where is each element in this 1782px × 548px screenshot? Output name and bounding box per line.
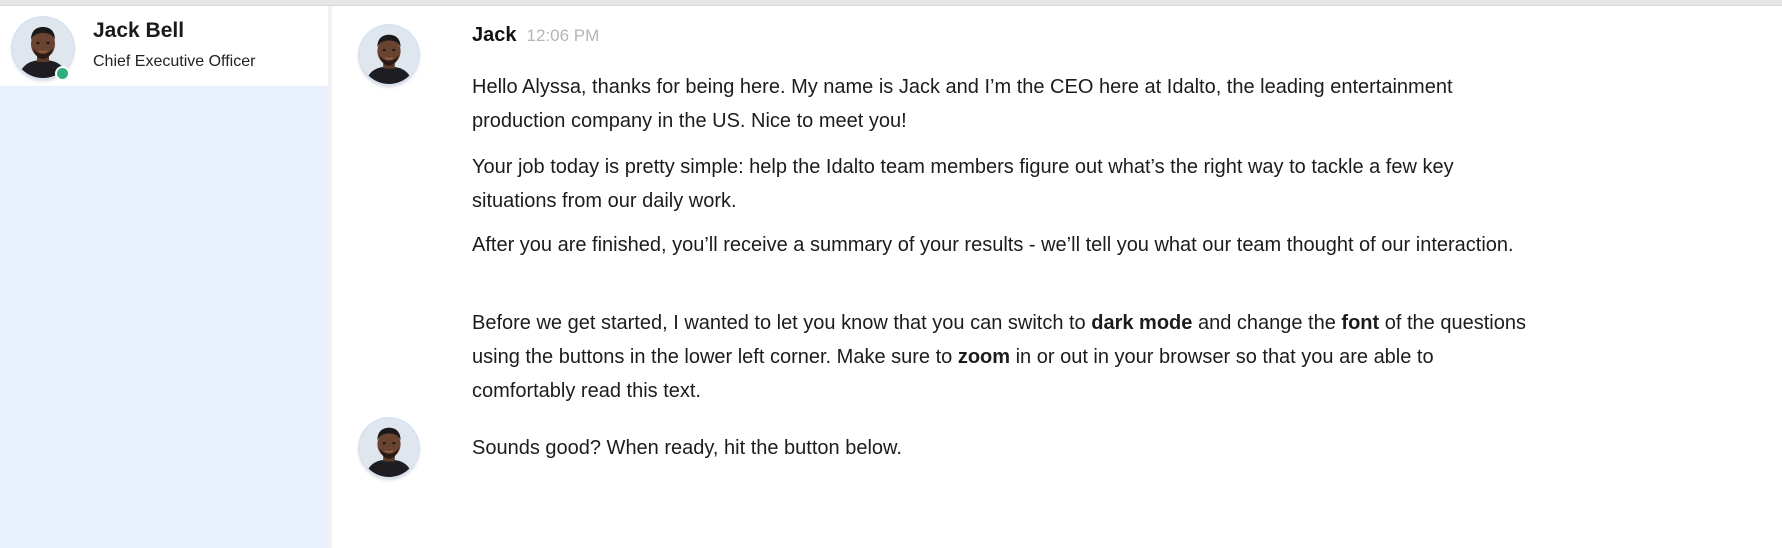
message-text: Sounds good? When ready, hit the button … <box>472 437 902 459</box>
contact-card[interactable]: Jack Bell Chief Executive Officer <box>0 6 328 86</box>
message-timestamp: 12:06 PM <box>526 26 600 45</box>
message-avatar <box>360 26 418 84</box>
online-status-dot <box>55 66 70 81</box>
message-text: Your job today is pretty simple: help th… <box>472 156 1454 212</box>
person-avatar-icon <box>360 26 418 84</box>
message-text-segment: Before we get started, I wanted to let y… <box>472 312 1092 334</box>
contact-name: Jack Bell <box>93 19 185 42</box>
dark-mode-emphasis: dark mode <box>1091 312 1193 334</box>
message-avatar <box>360 419 418 477</box>
person-avatar-icon <box>360 419 418 477</box>
message-text-segment: and change the <box>1192 312 1342 334</box>
message-text: Before we get started, I wanted to let y… <box>472 306 1532 408</box>
contact-title: Chief Executive Officer <box>93 53 256 70</box>
zoom-emphasis: zoom <box>957 346 1011 368</box>
message-header: Jack 12:06 PM <box>472 24 599 47</box>
sender-name: Jack <box>472 24 517 46</box>
sidebar: Jack Bell Chief Executive Officer <box>0 6 332 548</box>
message-text: Hello Alyssa, thanks for being here. My … <box>472 76 1453 132</box>
message-text: After you are finished, you’ll receive a… <box>472 234 1514 256</box>
font-emphasis: font <box>1341 312 1380 334</box>
